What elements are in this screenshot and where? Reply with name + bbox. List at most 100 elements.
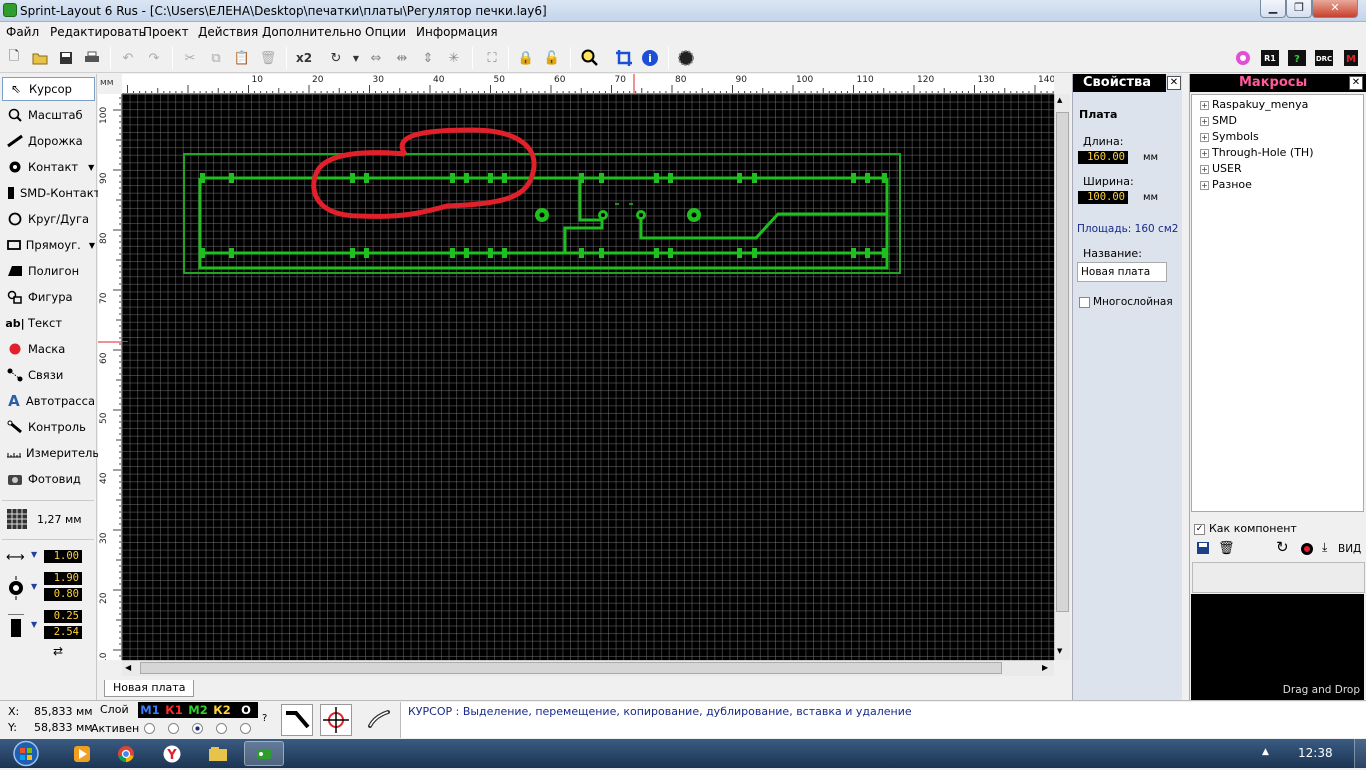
track-mode-icon[interactable]: [281, 704, 313, 736]
paste-icon[interactable]: 📋: [232, 48, 252, 68]
tool-pad[interactable]: Контакт ▼: [2, 155, 95, 179]
crosshair-icon[interactable]: [320, 704, 352, 736]
swap-icon[interactable]: ⇄: [53, 644, 63, 658]
lock-icon[interactable]: 🔒: [516, 48, 536, 68]
help-icon[interactable]: ?: [1287, 48, 1307, 68]
mirror-h-icon[interactable]: ⇔: [366, 48, 386, 68]
start-button[interactable]: [4, 740, 50, 767]
tree-item[interactable]: + Raspakuy_menya: [1200, 98, 1308, 111]
duplicate-x2-button[interactable]: x2: [294, 48, 314, 68]
info-icon[interactable]: i: [640, 48, 660, 68]
help-icon[interactable]: ?: [262, 713, 267, 724]
tool-smd-pad[interactable]: SMD-Контакт: [2, 181, 100, 205]
sprint-layout-taskbar-icon[interactable]: [244, 741, 284, 766]
tree-item[interactable]: + SMD: [1200, 114, 1237, 127]
copy-icon[interactable]: ⧉: [206, 48, 226, 68]
tool-circle[interactable]: Круг/Дуга: [2, 207, 95, 231]
macro-record-icon[interactable]: [1300, 542, 1314, 559]
width-value[interactable]: 100.00: [1078, 191, 1128, 204]
layer-m1[interactable]: М1: [138, 702, 162, 718]
component-icon[interactable]: [676, 48, 696, 68]
macro-delete-icon[interactable]: 🗑: [1218, 541, 1235, 556]
align-icon[interactable]: ⇹: [392, 48, 412, 68]
unlock-icon[interactable]: 🔓: [542, 48, 562, 68]
drc-icon[interactable]: DRC: [1314, 48, 1334, 68]
scroll-left-icon[interactable]: ◀: [125, 663, 131, 672]
tool-rectangle[interactable]: Прямоуг. ▼: [2, 233, 95, 257]
macros-close-icon[interactable]: ✕: [1349, 76, 1363, 90]
tree-item[interactable]: + Symbols: [1200, 130, 1259, 143]
print-icon[interactable]: [82, 48, 102, 68]
tool-autoroute[interactable]: A Автотрасса: [2, 389, 95, 413]
menu-edit[interactable]: Редактировать: [50, 25, 146, 39]
menu-extra[interactable]: Дополнительно: [262, 25, 362, 39]
media-player-icon[interactable]: [62, 741, 102, 766]
crop-board-icon[interactable]: [614, 48, 634, 68]
tool-polygon[interactable]: Полигон: [2, 259, 95, 283]
tool-measure[interactable]: Измеритель: [2, 441, 99, 465]
scroll-right-icon[interactable]: ▶: [1042, 663, 1048, 672]
tool-cursor[interactable]: ⇖ Курсор: [2, 77, 95, 101]
smd-width-value[interactable]: 0.25: [44, 610, 82, 623]
layer-m1-radio[interactable]: [144, 723, 155, 734]
scroll-down-icon[interactable]: ▼: [1057, 647, 1062, 655]
minimize-button[interactable]: ▁: [1260, 0, 1286, 18]
menu-project[interactable]: Проект: [143, 25, 189, 39]
horizontal-scroll-thumb[interactable]: [140, 662, 1002, 674]
new-file-icon[interactable]: 🗋: [4, 48, 24, 68]
macro-save-icon[interactable]: [1196, 541, 1210, 558]
menu-file[interactable]: Файл: [6, 25, 39, 39]
undo-icon[interactable]: ↶: [118, 48, 138, 68]
as-component-checkbox[interactable]: ✓: [1194, 524, 1205, 535]
layer-k1-radio[interactable]: [168, 723, 179, 734]
macro-m-icon[interactable]: M: [1341, 48, 1361, 68]
macro-preview[interactable]: Drag and Drop: [1191, 594, 1364, 700]
pcb-layout[interactable]: [122, 94, 1054, 660]
vertical-scroll-thumb[interactable]: [1056, 112, 1069, 612]
layer-m2-radio[interactable]: [192, 723, 203, 734]
tree-item[interactable]: + Разное: [1200, 178, 1252, 191]
macro-tree[interactable]: + Raspakuy_menya + SMD + Symbols + Through-H…: [1191, 94, 1364, 512]
layer-o-radio[interactable]: [240, 723, 251, 734]
pad-size-dropdown-icon[interactable]: ▼: [31, 582, 37, 591]
properties-close-icon[interactable]: ✕: [1167, 76, 1181, 90]
chrome-icon[interactable]: [106, 741, 146, 766]
tree-item[interactable]: + Through-Hole (TH): [1200, 146, 1314, 159]
maximize-button[interactable]: ❐: [1286, 0, 1312, 18]
track-width-value[interactable]: 1.00: [44, 550, 82, 563]
cut-icon[interactable]: ✂: [180, 48, 200, 68]
show-desktop-button[interactable]: [1354, 739, 1366, 768]
tool-text[interactable]: ab| Текст: [2, 311, 95, 335]
pcb-canvas[interactable]: [122, 94, 1054, 660]
rotate-icon[interactable]: ↻: [326, 48, 346, 68]
menu-info[interactable]: Информация: [416, 25, 498, 39]
scroll-up-icon[interactable]: ▲: [1057, 96, 1062, 104]
delete-icon[interactable]: 🗑: [258, 48, 278, 68]
rectangle-dropdown-icon[interactable]: ▼: [89, 241, 95, 250]
vertical-scrollbar[interactable]: ▲ ▼: [1054, 94, 1070, 660]
tool-control[interactable]: Контроль: [2, 415, 95, 439]
multilayer-checkbox[interactable]: [1079, 297, 1090, 308]
save-icon[interactable]: [56, 48, 76, 68]
smd-size-dropdown-icon[interactable]: ▼: [31, 620, 37, 629]
pad-dropdown-icon[interactable]: ▼: [88, 163, 94, 172]
redo-icon[interactable]: ↷: [144, 48, 164, 68]
layer-k2-radio[interactable]: [216, 723, 227, 734]
rotate-dropdown-icon[interactable]: ▼: [346, 48, 366, 68]
menu-actions[interactable]: Действия: [198, 25, 258, 39]
open-folder-icon[interactable]: [30, 48, 50, 68]
tree-item[interactable]: + USER: [1200, 162, 1242, 175]
clock[interactable]: 12:38: [1298, 746, 1333, 760]
macro-view-button[interactable]: ВИД: [1338, 543, 1361, 555]
pad-outer-value[interactable]: 1.90: [44, 572, 82, 585]
rubberband-icon[interactable]: [364, 704, 396, 736]
tool-shape[interactable]: Фигура: [2, 285, 95, 309]
zoom-icon[interactable]: [580, 48, 600, 68]
pad-inner-value[interactable]: 0.80: [44, 588, 82, 601]
tool-photoview[interactable]: Фотовид: [2, 467, 95, 491]
layer-k1[interactable]: К1: [162, 702, 186, 718]
macro-rotate-icon[interactable]: ↻: [1276, 538, 1289, 556]
yandex-browser-icon[interactable]: Y: [152, 741, 192, 766]
horizontal-scrollbar[interactable]: ◀ ▶: [122, 660, 1054, 676]
layer-m2[interactable]: М2: [186, 702, 210, 718]
